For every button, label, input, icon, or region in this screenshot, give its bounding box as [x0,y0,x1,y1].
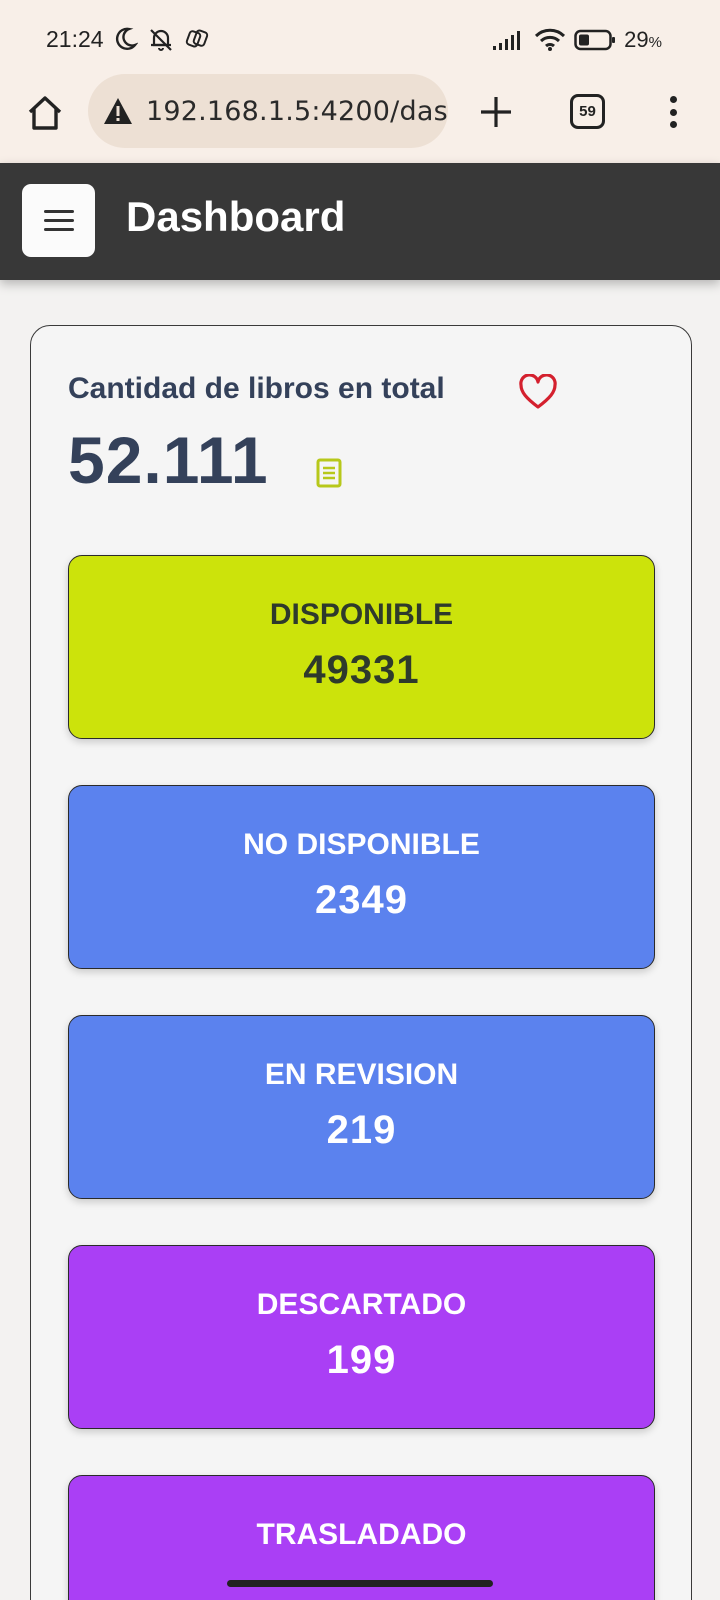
status-tile-label: NO DISPONIBLE [243,828,480,861]
status-tile-label: EN REVISION [264,1058,459,1091]
muted-bell-icon [150,29,172,51]
hamburger-menu-button[interactable] [22,184,95,257]
warning-icon[interactable] [102,96,134,126]
url-text: 192.168.1.5:4200/das [146,95,448,127]
signal-icon [493,31,521,50]
menu-dot-icon [669,121,677,128]
browser-menu-button[interactable] [658,92,688,132]
menu-dot-icon [669,108,677,116]
home-button[interactable] [24,92,66,134]
new-tab-button[interactable] [476,92,516,132]
gesture-navigation-bar[interactable] [227,1580,493,1587]
status-tile-no-disponible[interactable]: NO DISPONIBLE 2349 [68,785,655,969]
home-icon [28,96,62,130]
menu-dot-icon [669,96,677,103]
app-header: Dashboard [0,163,720,280]
heart-icon[interactable] [518,374,558,410]
status-tile-count: 199 [326,1338,397,1382]
status-tile-descartado[interactable]: DESCARTADO 199 [68,1245,655,1429]
plus-icon [481,97,511,127]
browser-toolbar: 192.168.1.5:4200/das 59 [0,72,720,152]
books-summary-card: Cantidad de libros en total 52.111 DISPO… [30,325,692,1600]
hamburger-line-icon [43,219,74,222]
status-icons-right: 29% [492,25,662,55]
status-tile-disponible[interactable]: DISPONIBLE 49331 [68,555,655,739]
total-books-value: 52.111 [68,423,269,497]
status-icons-left [114,24,210,54]
hamburger-line-icon [43,210,74,213]
status-bar: 21:24 29% [0,0,720,78]
status-tile-count: 49331 [303,648,420,692]
status-tile-count: 2349 [315,878,408,922]
sync-icon [185,29,209,48]
status-time: 21:24 [46,26,104,52]
status-tile-en-revision[interactable]: EN REVISION 219 [68,1015,655,1199]
book-icon [316,458,342,488]
moon-icon [115,27,138,50]
browser-chrome: 21:24 29% 192.168.1.5:4200/das 59 [0,0,720,163]
battery-percent: 29% [624,27,662,52]
status-tile-label: DESCARTADO [256,1288,467,1321]
status-tile-count: 219 [326,1108,397,1152]
hamburger-line-icon [43,228,74,231]
status-tile-label: TRASLADADO [256,1518,467,1551]
status-tile-label: DISPONIBLE [269,598,454,631]
battery-icon [574,29,616,51]
card-heading: Cantidad de libros en total [68,372,445,405]
page-title: Dashboard [126,193,346,240]
url-bar[interactable]: 192.168.1.5:4200/das [88,74,448,148]
wifi-icon [535,28,566,51]
tabs-button[interactable]: 59 [570,94,605,129]
